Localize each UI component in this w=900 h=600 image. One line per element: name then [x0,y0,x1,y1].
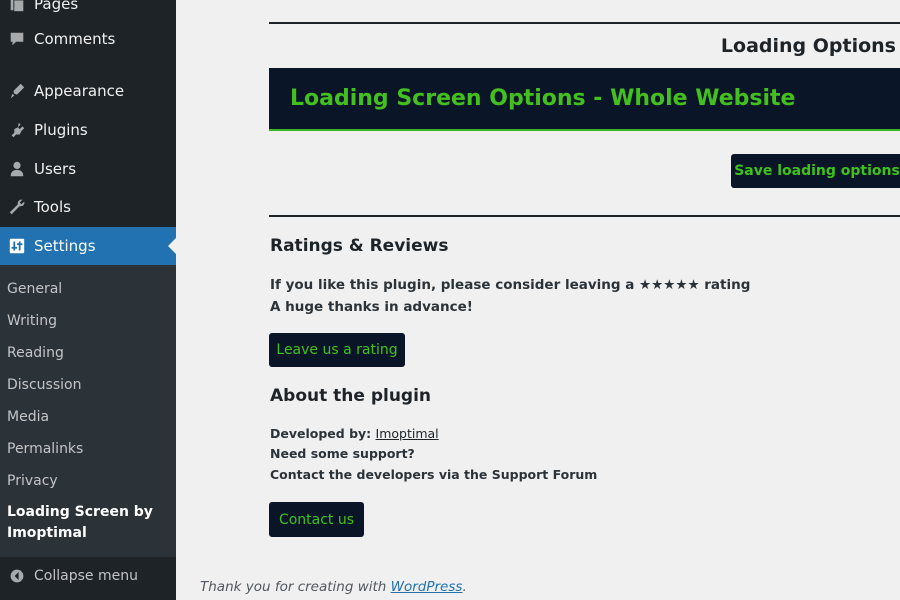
submenu-item-label-line2: Imoptimal [7,525,87,541]
plugins-icon [0,121,34,139]
sidebar-item-plugins[interactable]: Plugins [0,111,176,149]
submenu-item-general[interactable]: General [7,281,62,297]
sidebar-item-tools[interactable]: Tools [0,188,176,226]
sidebar-item-label: Comments [34,30,116,48]
submenu-item-permalinks[interactable]: Permalinks [7,441,83,457]
leave-rating-button[interactable]: Leave us a rating [269,333,405,367]
sidebar-item-comments[interactable]: Comments [0,20,176,58]
need-support-text: Need some support? [270,446,415,461]
sidebar-item-label: Settings [34,237,96,255]
submenu-item-label-line1: Loading Screen by [7,504,153,520]
ratings-thanks: A huge thanks in advance! [270,299,473,315]
footer-period: . [462,579,467,595]
submenu-item-discussion[interactable]: Discussion [7,377,81,393]
settings-icon [0,237,34,255]
developed-by-label: Developed by: [270,426,372,441]
submenu-item-writing[interactable]: Writing [7,313,57,329]
sidebar-item-label: Tools [34,198,71,216]
wordpress-link[interactable]: WordPress [391,579,463,595]
sidebar-item-appearance[interactable]: Appearance [0,72,176,110]
banner-title: Loading Screen Options - Whole Website [290,86,796,111]
sidebar-item-label: Users [34,160,77,178]
footer-thanks: Thank you for creating with [200,579,387,595]
comments-icon [0,30,34,48]
save-loading-options-button[interactable]: Save loading options [731,154,900,188]
users-icon [0,160,34,178]
divider-top [269,22,900,24]
divider-middle [269,215,900,217]
appearance-icon [0,82,34,100]
submenu-item-media[interactable]: Media [7,409,49,425]
about-heading: About the plugin [270,386,432,406]
sidebar-item-label: Plugins [34,121,88,139]
footer-text: Thank you for creating with WordPress. [200,579,467,595]
active-indicator [168,238,176,254]
developed-by-line: Developed by: Imoptimal [270,426,439,441]
admin-sidebar: Pages Comments Appearance Plugins Users … [0,0,176,600]
contact-developers-text: Contact the developers via the Support F… [270,467,598,482]
sidebar-item-settings[interactable]: Settings [0,227,176,265]
tools-icon [0,198,34,216]
submenu-item-privacy[interactable]: Privacy [7,473,58,489]
sidebar-item-users[interactable]: Users [0,150,176,188]
collapse-label: Collapse menu [34,568,138,584]
settings-submenu: General Writing Reading Discussion Media… [0,265,176,557]
pages-icon [0,0,34,13]
developer-link[interactable]: Imoptimal [376,426,439,441]
submenu-item-loading-screen[interactable]: Loading Screen by Imoptimal [7,502,153,544]
collapse-menu-button[interactable]: Collapse menu [0,557,176,595]
contact-us-button[interactable]: Contact us [269,502,364,537]
ratings-heading: Ratings & Reviews [270,236,449,256]
submenu-item-reading[interactable]: Reading [7,345,64,361]
options-banner: Loading Screen Options - Whole Website [269,68,900,131]
sidebar-item-label: Appearance [34,82,125,100]
ratings-text: If you like this plugin, please consider… [270,277,751,293]
collapse-icon [0,568,34,584]
options-title: Loading Options [720,35,896,57]
sidebar-item-label: Pages [34,0,79,13]
